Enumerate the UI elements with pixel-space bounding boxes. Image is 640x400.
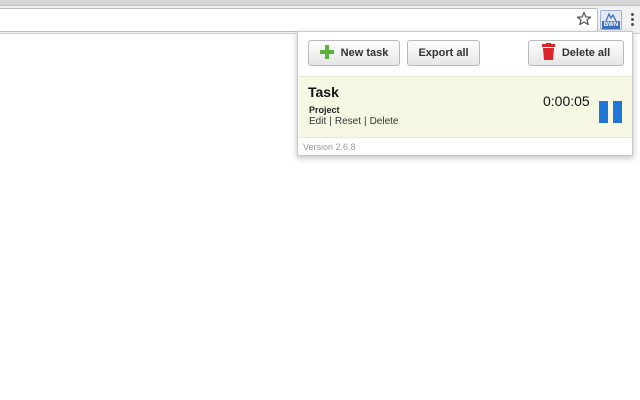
export-all-button[interactable]: Export all: [407, 40, 480, 66]
action-separator: |: [329, 116, 332, 127]
version-label: Version 2.6.8: [303, 142, 356, 152]
star-icon[interactable]: [576, 11, 592, 27]
delete-all-button[interactable]: Delete all: [528, 40, 624, 66]
browser-toolbar: BWN: [0, 6, 640, 34]
task-item: Task Project Edit | Reset | Delete 0:00:05: [299, 76, 632, 138]
delete-all-label: Delete all: [561, 47, 611, 59]
extension-icon[interactable]: BWN: [600, 10, 622, 30]
extension-badge: BWN: [602, 21, 620, 29]
new-task-label: New task: [340, 47, 389, 59]
pause-icon[interactable]: [599, 101, 622, 123]
task-project: Project: [309, 105, 340, 115]
task-timer: 0:00:05: [543, 93, 590, 109]
edit-task-link[interactable]: Edit: [309, 116, 326, 127]
timer-popup: New task Export all Delete all Task Proj…: [297, 31, 633, 156]
task-name: Task: [308, 84, 339, 100]
more-vert-icon[interactable]: [628, 12, 636, 28]
trash-icon: [541, 43, 555, 63]
reset-task-link[interactable]: Reset: [335, 116, 361, 127]
task-actions: Edit | Reset | Delete: [309, 116, 398, 127]
new-task-button[interactable]: New task: [308, 40, 400, 66]
plus-icon: [319, 44, 334, 62]
action-separator: |: [363, 116, 367, 127]
address-bar[interactable]: [0, 8, 598, 32]
export-all-label: Export all: [418, 47, 469, 59]
delete-task-link[interactable]: Delete: [370, 116, 399, 127]
